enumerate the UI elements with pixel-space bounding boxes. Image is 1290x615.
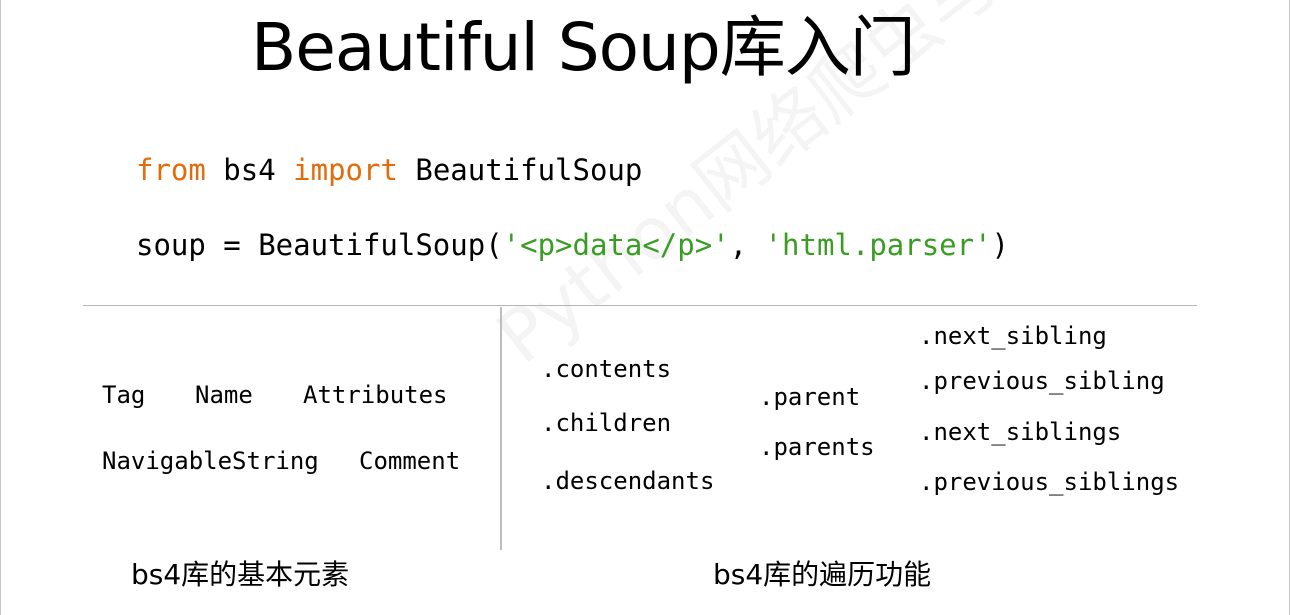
- code-line-import: from bs4 import BeautifulSoup: [136, 152, 642, 188]
- code-line-soup: soup = BeautifulSoup('<p>data</p>', 'htm…: [136, 227, 1009, 263]
- keyword-import: import: [293, 153, 398, 187]
- traversal-previous-siblings: .previous_siblings: [919, 468, 1180, 496]
- module-name: bs4: [205, 153, 294, 187]
- traversal-children: .children: [541, 409, 672, 437]
- caption-basic-elements: bs4库的基本元素: [131, 558, 350, 591]
- traversal-descendants: .descendants: [541, 467, 715, 495]
- code-suffix: ): [991, 228, 1010, 262]
- traversal-previous-sibling: .previous_sibling: [919, 367, 1165, 395]
- keyword-from: from: [136, 153, 206, 187]
- slide: Python网络爬虫与信息提取 Beautiful Soup库入门 from b…: [0, 0, 1290, 615]
- traversal-parent: .parent: [759, 383, 861, 411]
- string-arg-markup: '<p>data</p>': [502, 228, 730, 262]
- element-comment: Comment: [359, 447, 461, 475]
- code-separator: ,: [729, 228, 765, 262]
- caption-traversal: bs4库的遍历功能: [713, 558, 932, 591]
- horizontal-divider: [83, 305, 1197, 306]
- element-attributes: Attributes: [303, 381, 448, 409]
- traversal-next-sibling: .next_sibling: [919, 322, 1107, 350]
- element-navigable-string: NavigableString: [102, 447, 319, 475]
- slide-title: Beautiful Soup库入门: [251, 9, 916, 86]
- traversal-next-siblings: .next_siblings: [919, 418, 1122, 446]
- string-arg-parser: 'html.parser': [764, 228, 992, 262]
- element-name: Name: [195, 381, 253, 409]
- traversal-parents: .parents: [759, 433, 875, 461]
- vertical-divider: [500, 307, 502, 550]
- class-name: BeautifulSoup: [397, 153, 643, 187]
- element-tag: Tag: [102, 381, 146, 409]
- traversal-contents: .contents: [541, 355, 672, 383]
- code-prefix: soup = BeautifulSoup(: [136, 228, 503, 262]
